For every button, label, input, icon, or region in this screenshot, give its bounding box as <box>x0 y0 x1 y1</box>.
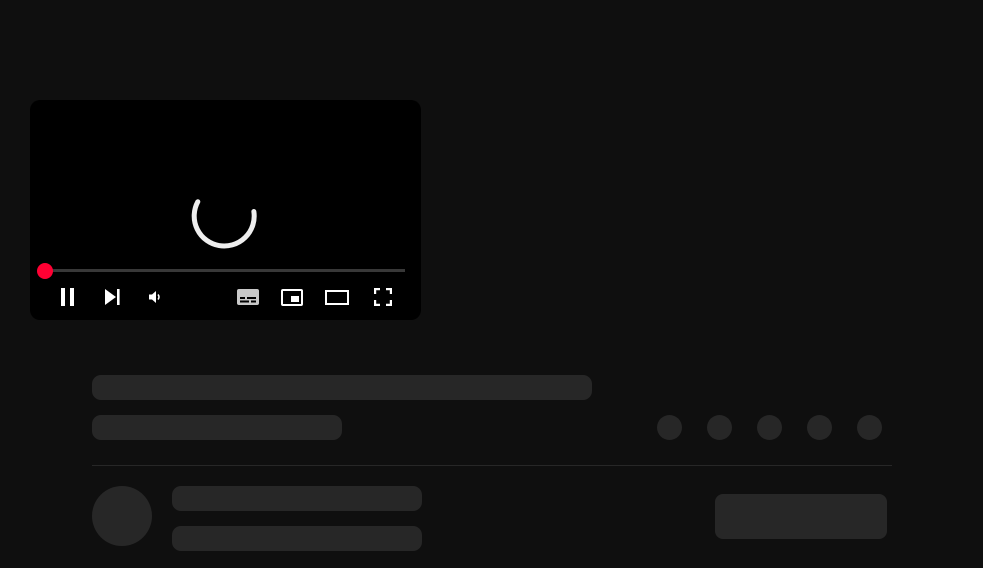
channel-avatar-placeholder <box>92 486 152 546</box>
divider <box>92 465 892 466</box>
video-title-placeholder <box>92 375 592 400</box>
channel-name-placeholder <box>172 486 422 511</box>
miniplayer-button[interactable] <box>279 284 305 310</box>
action-button-placeholder <box>657 415 682 440</box>
play-pause-button[interactable] <box>55 284 81 310</box>
pause-icon <box>61 288 74 306</box>
action-button-placeholder <box>807 415 832 440</box>
channel-subscribers-placeholder <box>172 526 422 551</box>
mute-button[interactable] <box>142 284 168 310</box>
watch-page-loading <box>0 0 983 568</box>
volume-icon <box>149 291 160 303</box>
miniplayer-icon <box>281 288 303 306</box>
video-meta-placeholder <box>92 415 342 440</box>
action-button-placeholder <box>757 415 782 440</box>
subscribe-button-placeholder <box>715 494 887 539</box>
subtitles-icon <box>237 289 259 305</box>
subtitles-button[interactable] <box>235 284 261 310</box>
theater-mode-button[interactable] <box>324 284 350 310</box>
loading-spinner-icon <box>191 199 257 249</box>
skip-next-icon <box>105 289 120 305</box>
action-button-placeholder <box>707 415 732 440</box>
action-button-placeholder <box>857 415 882 440</box>
progress-scrubber[interactable] <box>37 263 53 279</box>
next-button[interactable] <box>99 284 125 310</box>
theater-mode-icon <box>325 289 349 305</box>
fullscreen-button[interactable] <box>370 284 396 310</box>
fullscreen-icon <box>374 288 392 306</box>
progress-bar[interactable] <box>45 269 405 272</box>
